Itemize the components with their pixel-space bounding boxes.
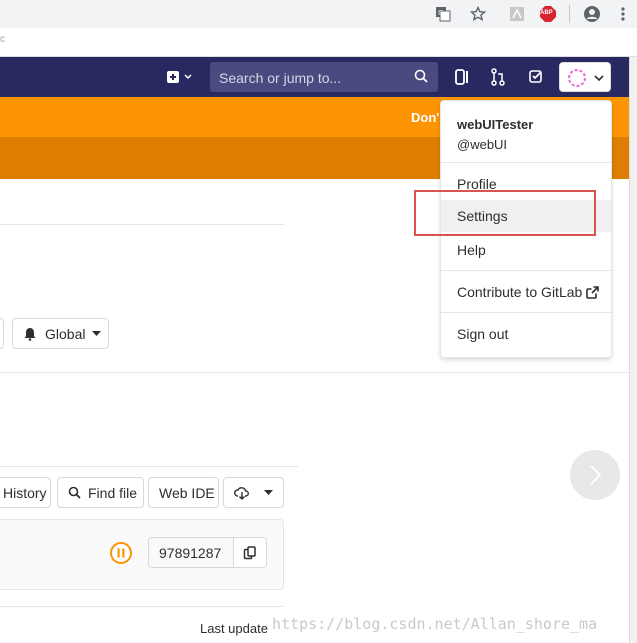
chevron-down-icon xyxy=(594,75,604,82)
translate-icon[interactable]: G xyxy=(432,3,454,25)
menu-divider xyxy=(441,312,611,313)
bookmark-star-icon[interactable] xyxy=(467,3,489,25)
history-button[interactable]: History xyxy=(0,477,51,508)
plus-square-icon xyxy=(167,71,192,83)
web-ide-label: Web IDE xyxy=(159,484,215,501)
new-item-dropdown[interactable] xyxy=(166,65,196,89)
svg-text:G: G xyxy=(438,9,443,17)
divider xyxy=(0,224,284,225)
external-link-icon xyxy=(586,285,600,299)
chevron-right-icon xyxy=(590,465,602,485)
browser-toolbar: G ABP xyxy=(0,0,637,28)
last-update-header: Last update xyxy=(200,621,268,636)
bell-icon xyxy=(24,327,36,341)
search-icon xyxy=(414,69,428,88)
issues-icon[interactable] xyxy=(454,65,470,89)
menu-item-sign-out-label: Sign out xyxy=(457,326,509,342)
user-username: @webUI xyxy=(457,137,508,152)
watermark: https://blog.csdn.net/Allan_shore_ma xyxy=(272,615,598,633)
account-circle-icon[interactable] xyxy=(581,3,603,25)
menu-item-contribute[interactable]: Contribute to GitLab xyxy=(441,276,611,308)
cloud-download-icon xyxy=(234,486,249,500)
user-avatar-dropdown[interactable] xyxy=(559,62,611,92)
menu-item-sign-out[interactable]: Sign out xyxy=(441,318,611,350)
menu-divider xyxy=(441,162,611,163)
divider xyxy=(0,466,298,467)
notification-label: Global xyxy=(45,325,86,342)
commit-sha-text: 97891287 xyxy=(159,544,222,561)
divider xyxy=(0,372,630,373)
clipboard-icon xyxy=(243,545,256,559)
annotation-highlight xyxy=(414,190,596,236)
toolbar-divider xyxy=(569,5,570,23)
search-placeholder: Search or jump to... xyxy=(219,70,342,86)
adblock-icon[interactable]: ABP xyxy=(537,3,559,25)
menu-kebab-icon[interactable] xyxy=(612,3,634,25)
merge-requests-icon[interactable] xyxy=(490,65,506,89)
menu-item-help-label: Help xyxy=(457,242,486,258)
pdf-icon[interactable] xyxy=(506,3,528,25)
web-ide-button[interactable]: Web IDE xyxy=(148,477,219,508)
pipeline-status-icon[interactable] xyxy=(109,541,133,565)
notification-dropdown[interactable]: Global xyxy=(12,318,109,349)
menu-divider xyxy=(441,270,611,271)
adblock-label: ABP xyxy=(540,10,553,16)
menu-item-contribute-label: Contribute to GitLab xyxy=(457,284,583,300)
divider xyxy=(0,606,284,607)
avatar xyxy=(568,69,586,87)
commit-sha[interactable]: 97891287 xyxy=(148,537,234,568)
caret-down-icon xyxy=(92,330,102,336)
user-name: webUITester xyxy=(457,117,534,132)
banner-text: Don' xyxy=(411,110,440,125)
todos-icon[interactable] xyxy=(528,65,544,89)
history-label: History xyxy=(3,484,47,501)
url-text: c xyxy=(0,34,5,45)
address-bar[interactable]: c xyxy=(0,28,637,57)
search-input[interactable]: Search or jump to... xyxy=(210,62,438,92)
download-dropdown[interactable] xyxy=(223,477,284,508)
next-slide-button[interactable] xyxy=(570,450,620,500)
find-file-button[interactable]: Find file xyxy=(57,477,144,508)
copy-sha-button[interactable] xyxy=(233,537,267,568)
search-icon xyxy=(68,486,81,499)
partial-button[interactable] xyxy=(0,318,4,349)
page-scrollbar[interactable] xyxy=(629,57,637,643)
find-file-label: Find file xyxy=(88,484,138,501)
caret-down-icon xyxy=(264,489,273,495)
menu-item-help[interactable]: Help xyxy=(441,234,611,266)
